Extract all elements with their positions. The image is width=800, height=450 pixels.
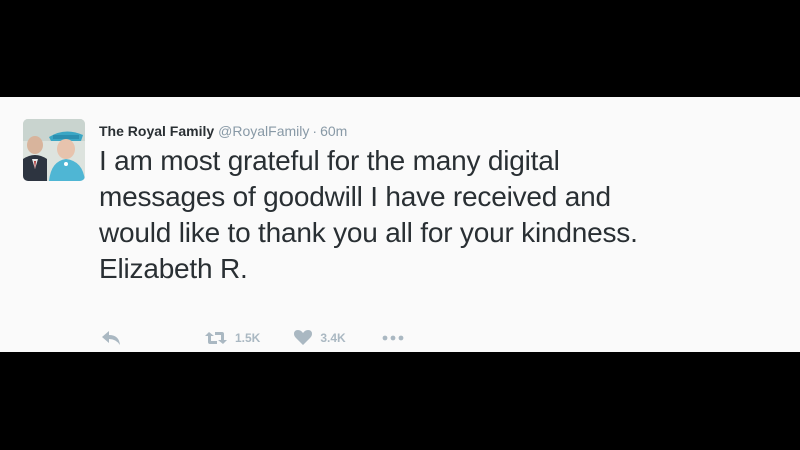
more-dots-icon xyxy=(382,335,404,341)
tweet-text-line: I am most grateful for the many digital xyxy=(99,145,560,176)
tweet-header: The Royal Family @RoyalFamily · 60m xyxy=(99,121,347,141)
author-name[interactable]: The Royal Family xyxy=(99,123,214,139)
separator-dot: · xyxy=(312,123,318,139)
retweet-icon xyxy=(205,332,227,344)
tweet-text: I am most grateful for the many digital … xyxy=(99,143,789,287)
retweet-button[interactable]: 1.5K xyxy=(205,331,260,345)
tweet-text-line: messages of goodwill I have received and xyxy=(99,181,611,212)
author-handle[interactable]: @RoyalFamily xyxy=(218,123,309,139)
heart-icon xyxy=(294,330,313,345)
like-count: 3.4K xyxy=(320,331,346,345)
tweet-card[interactable]: The Royal Family @RoyalFamily · 60m I am mo… xyxy=(0,97,800,352)
retweet-count: 1.5K xyxy=(235,331,261,345)
tweet-actions: 1.5K 3.4K xyxy=(101,329,404,347)
reply-arrow-icon xyxy=(102,331,120,345)
reply-button[interactable] xyxy=(101,330,121,346)
avatar[interactable] xyxy=(23,119,85,181)
avatar-photo xyxy=(23,119,85,181)
more-button[interactable] xyxy=(382,335,404,341)
tweet-text-line: would like to thank you all for your kin… xyxy=(99,217,638,248)
tweet-timestamp[interactable]: 60m xyxy=(320,123,347,139)
like-button[interactable]: 3.4K xyxy=(294,330,346,346)
tweet-text-line: Elizabeth R. xyxy=(99,253,248,284)
